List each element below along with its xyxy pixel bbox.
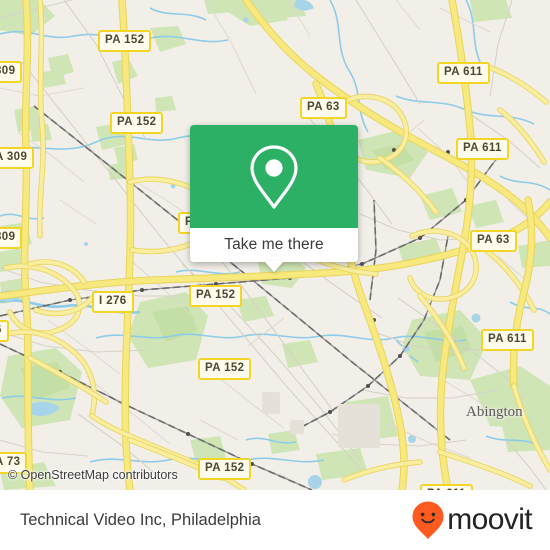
location-pin-icon [250, 144, 298, 209]
road-shield: I 276 [92, 291, 134, 313]
location-title: Technical Video Inc, Philadelphia [20, 510, 261, 529]
road-shield: PA 152 [198, 458, 252, 480]
page-footer: Technical Video Inc, Philadelphia moovit [0, 490, 550, 550]
road-shield: PA 63 [470, 230, 517, 252]
map-attribution[interactable]: © OpenStreetMap contributors [8, 468, 178, 482]
popup-pointer-tail [264, 261, 284, 272]
take-me-there-label: Take me there [224, 236, 324, 253]
moovit-wordmark: moovit [447, 503, 532, 536]
road-shield: PA 152 [98, 30, 152, 52]
road-shield: 309 [0, 61, 23, 83]
popup-card-footer[interactable]: Take me there [190, 228, 358, 272]
road-shield: 6 [0, 320, 9, 342]
road-shield: PA 611 [456, 138, 509, 160]
road-shield: PA 611 [437, 62, 490, 84]
popup-card-header [190, 125, 358, 228]
place-label: Abington [466, 404, 523, 420]
road-shield: PA 152 [198, 358, 252, 380]
destination-popup-card[interactable]: Take me there [190, 125, 358, 272]
map-canvas[interactable]: .water { fill:none; stroke:#8ecbe8; stro… [0, 0, 550, 490]
road-shield: PA 152 [189, 285, 243, 307]
moovit-smiley-pin-icon [412, 501, 444, 539]
road-shield: PA 152 [110, 112, 164, 134]
moovit-logo[interactable]: moovit [411, 500, 533, 540]
road-shield: 309 [0, 227, 23, 249]
road-shield: A 309 [0, 147, 35, 169]
road-shield: PA 611 [481, 329, 534, 351]
road-shield: PA 63 [300, 97, 347, 119]
